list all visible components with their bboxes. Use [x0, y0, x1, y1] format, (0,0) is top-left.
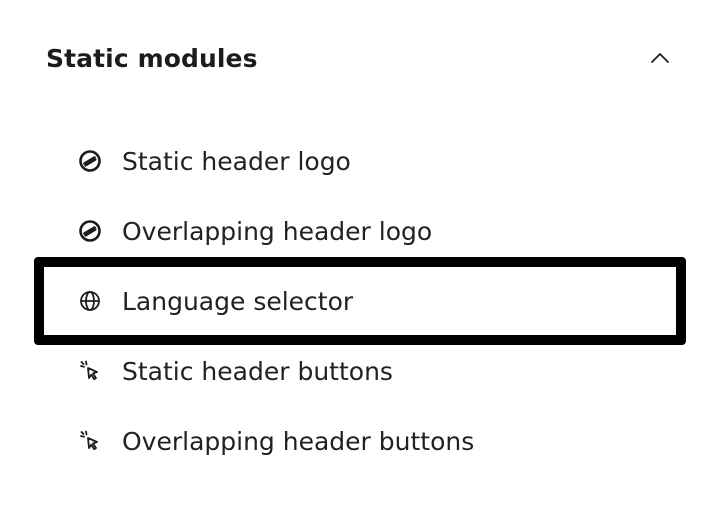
module-list: Static header logo Overlapping header lo…: [0, 126, 722, 476]
static-modules-panel: Static modules Static header logo Overla…: [0, 0, 722, 515]
section-title: Static modules: [46, 43, 258, 73]
module-label: Static header logo: [122, 146, 351, 176]
module-label: Language selector: [122, 286, 354, 316]
module-label: Overlapping header logo: [122, 216, 433, 246]
module-item-overlapping-header-buttons[interactable]: Overlapping header buttons: [0, 406, 722, 476]
logo-icon: [78, 219, 102, 243]
module-item-overlapping-header-logo[interactable]: Overlapping header logo: [0, 196, 722, 266]
globe-icon: [78, 289, 102, 313]
logo-icon: [78, 149, 102, 173]
module-item-language-selector[interactable]: Language selector: [0, 257, 722, 345]
section-header-static-modules[interactable]: Static modules: [46, 38, 676, 78]
module-label: Overlapping header buttons: [122, 426, 475, 456]
module-item-static-header-logo[interactable]: Static header logo: [0, 126, 722, 196]
module-item-static-header-buttons[interactable]: Static header buttons: [0, 336, 722, 406]
cursor-click-icon: [78, 359, 102, 383]
chevron-up-icon[interactable]: [647, 45, 673, 71]
cursor-click-icon: [78, 429, 102, 453]
module-label: Static header buttons: [122, 356, 393, 386]
